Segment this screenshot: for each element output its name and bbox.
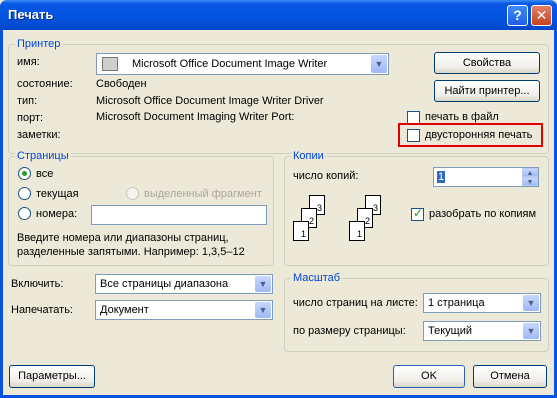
type-value: Microsoft Office Document Image Writer D… (96, 95, 324, 107)
print-what-value: Документ (100, 304, 149, 316)
pages-numbers-input[interactable] (91, 205, 267, 225)
duplex-label[interactable]: двусторонняя печать (425, 129, 532, 141)
port-label: порт: (17, 112, 44, 124)
chevron-down-icon: ▼ (523, 323, 539, 339)
pages-all-radio[interactable] (18, 167, 31, 180)
spin-down-icon[interactable]: ▼ (522, 177, 538, 186)
print-dialog: Печать ? ✕ Принтер имя: Microsoft Office… (0, 0, 557, 398)
copies-group: Копии число копий: 1 ▲ ▼ 3 2 1 3 2 1 раз… (284, 150, 549, 266)
status-value: Свободен (96, 78, 147, 90)
status-label: состояние: (17, 78, 73, 90)
include-label: Включить: (11, 278, 64, 290)
fit-select[interactable]: Текущий ▼ (423, 321, 541, 341)
close-button[interactable]: ✕ (531, 5, 552, 26)
port-value: Microsoft Document Imaging Writer Port: (96, 111, 295, 123)
printer-group: Принтер имя: Microsoft Office Document I… (8, 38, 549, 154)
fit-value: Текущий (428, 325, 472, 337)
find-printer-button[interactable]: Найти принтер... (434, 80, 540, 102)
collate-label[interactable]: разобрать по копиям (429, 208, 536, 220)
pages-per-sheet-select[interactable]: 1 страница ▼ (423, 293, 541, 313)
pages-hint: Введите номера или диапазоны страниц, ра… (17, 232, 245, 258)
duplex-checkbox[interactable] (407, 129, 420, 142)
pages-selection-radio (126, 187, 139, 200)
copies-count-value: 1 (437, 171, 446, 183)
copies-spinner[interactable]: ▲ ▼ (522, 168, 538, 188)
pages-per-sheet-label: число страниц на листе: (293, 297, 418, 309)
pages-numbers-radio[interactable] (18, 207, 31, 220)
include-select[interactable]: Все страницы диапазона ▼ (95, 274, 273, 294)
include-value: Все страницы диапазона (100, 278, 229, 290)
options-button[interactable]: Параметры... (9, 365, 95, 388)
pages-per-sheet-value: 1 страница (428, 297, 485, 309)
properties-button[interactable]: Свойства (434, 52, 540, 74)
printer-name-label: имя: (17, 56, 40, 68)
copies-count-input[interactable]: 1 ▲ ▼ (433, 167, 539, 187)
page-sheet: 1 (293, 221, 309, 241)
dialog-body: Принтер имя: Microsoft Office Document I… (3, 30, 554, 395)
pages-selection-label: выделенный фрагмент (144, 188, 262, 200)
printer-name-select[interactable]: Microsoft Office Document Image Writer ▼ (96, 53, 389, 75)
collate-illustration: 3 2 1 3 2 1 (293, 195, 403, 257)
pages-current-label[interactable]: текущая (36, 188, 79, 200)
copies-count-label: число копий: (293, 170, 359, 182)
ok-button[interactable]: OK (393, 365, 465, 388)
pages-group: Страницы все текущая выделенный фрагмент… (8, 150, 274, 266)
pages-all-label[interactable]: все (36, 168, 53, 180)
title-bar[interactable]: Печать ? ✕ (0, 0, 557, 30)
printer-icon (102, 57, 118, 71)
cancel-button[interactable]: Отмена (473, 365, 547, 388)
chevron-down-icon: ▼ (255, 276, 271, 292)
copies-legend: Копии (291, 150, 326, 162)
fit-label: по размеру страницы: (293, 325, 406, 337)
print-what-select[interactable]: Документ ▼ (95, 300, 273, 320)
print-what-label: Напечатать: (11, 304, 73, 316)
scale-group: Масштаб число страниц на листе: 1 страни… (284, 272, 549, 352)
scale-legend: Масштаб (291, 272, 343, 284)
printer-legend: Принтер (15, 38, 63, 50)
printer-name-value: Microsoft Office Document Image Writer (132, 58, 328, 70)
pages-legend: Страницы (15, 150, 71, 162)
spin-up-icon[interactable]: ▲ (522, 168, 538, 177)
pages-numbers-label[interactable]: номера: (36, 208, 77, 220)
notes-label: заметки: (17, 129, 61, 141)
chevron-down-icon: ▼ (371, 55, 387, 73)
chevron-down-icon: ▼ (255, 302, 271, 318)
chevron-down-icon: ▼ (523, 295, 539, 311)
window-title: Печать (8, 7, 54, 22)
pages-current-radio[interactable] (18, 187, 31, 200)
collate-checkbox[interactable] (411, 206, 424, 221)
print-to-file-label[interactable]: печать в файл (425, 111, 499, 123)
type-label: тип: (17, 95, 38, 107)
help-button[interactable]: ? (507, 5, 528, 26)
page-sheet: 1 (349, 221, 365, 241)
